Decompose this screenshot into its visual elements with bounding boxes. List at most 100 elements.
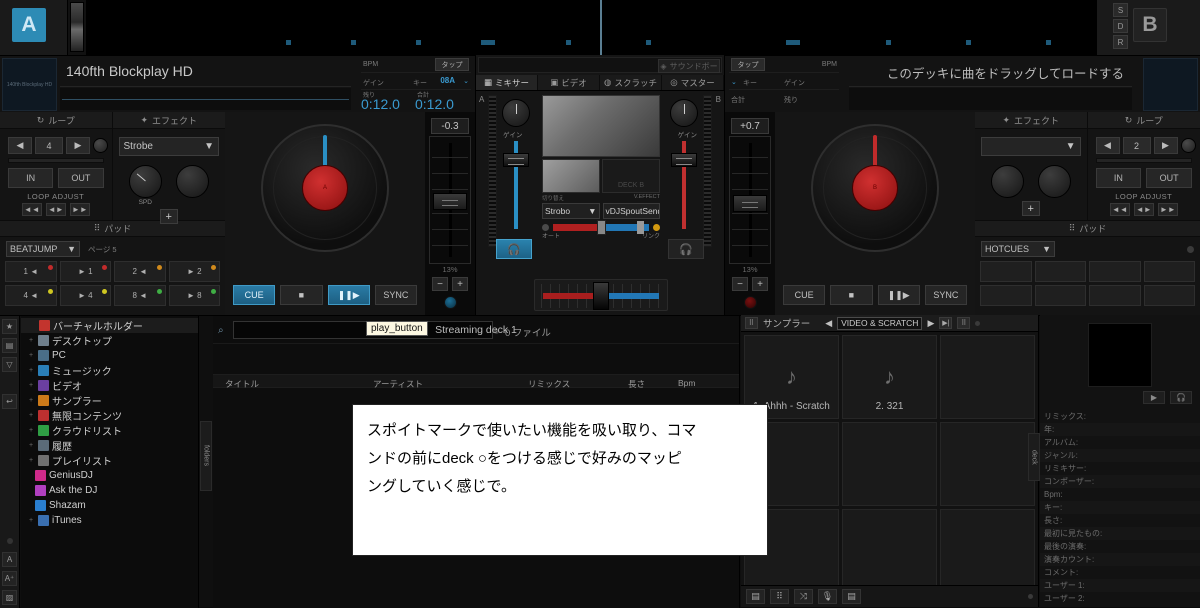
chevron-down-icon[interactable]: ⌄	[463, 77, 469, 85]
column-bpm[interactable]: Bpm	[678, 378, 695, 388]
effect-add-button[interactable]: +	[1022, 201, 1040, 216]
preview-play-button[interactable]: ▶	[1143, 391, 1165, 404]
loop-adjust-shrink-button[interactable]: ◄◄	[22, 203, 42, 216]
cue-button[interactable]: CUE	[233, 285, 275, 305]
chevron-down-icon-b[interactable]: ⌄	[731, 78, 737, 86]
pitch-down-button[interactable]: −	[432, 277, 448, 291]
loop-adjust-move-button[interactable]: ◄►	[46, 203, 66, 216]
deck-b-effect-select[interactable]: ▼	[981, 137, 1081, 156]
sampler-cell[interactable]	[940, 422, 1035, 506]
folders-icon[interactable]: ▤	[2, 338, 17, 353]
pad-mode-select[interactable]: BEATJUMP ▼	[6, 241, 80, 257]
video-master-preview[interactable]	[542, 95, 660, 157]
loop-in-button[interactable]: IN	[1096, 168, 1142, 188]
channel-a-volume-fader[interactable]	[503, 141, 529, 229]
deck-b-mini-waveform[interactable]	[849, 88, 1132, 110]
video-crossfader[interactable]	[553, 224, 649, 231]
sampler-cell[interactable]	[842, 422, 937, 506]
deck-a-jogwheel[interactable]: A	[261, 124, 389, 252]
deck-a-key-value[interactable]: 08A	[440, 76, 455, 85]
loop-size-value[interactable]: 4	[35, 137, 63, 154]
channel-a-headphone-button[interactable]: 🎧	[496, 239, 532, 259]
tree-item[interactable]: + ミュージック	[21, 363, 198, 378]
grid-icon[interactable]: ⠿	[770, 589, 789, 604]
sampler-view-icon[interactable]: ⠿	[957, 317, 970, 329]
deck-a-mini-waveform[interactable]	[60, 88, 351, 110]
tree-item[interactable]: + デスクトップ	[21, 333, 198, 348]
tree-item[interactable]: + プレイリスト	[21, 453, 198, 468]
rec-icon[interactable]: ▤	[746, 589, 765, 604]
tab-scratch[interactable]: ◍ スクラッチ	[600, 75, 662, 90]
mic-icon[interactable]: 🎙	[818, 589, 837, 604]
deck-b-pitch-fader[interactable]	[729, 136, 771, 264]
tab-master[interactable]: ◎ マスター	[662, 75, 724, 90]
favorites-icon[interactable]: ★	[2, 319, 17, 334]
effect-param2-knob[interactable]	[1038, 165, 1071, 198]
pad-button[interactable]	[1089, 285, 1141, 306]
column-title[interactable]: タイトル	[225, 378, 259, 390]
tree-item[interactable]: + クラウドリスト	[21, 423, 198, 438]
folders-side-tab[interactable]: folders	[200, 421, 212, 491]
cue-button[interactable]: CUE	[783, 285, 825, 305]
pad-button[interactable]: 1 ◄	[5, 261, 57, 282]
sampler-grid-icon[interactable]: ⠿	[745, 317, 758, 329]
pad-button[interactable]: ► 1	[60, 261, 112, 282]
pad-button[interactable]: ► 4	[60, 285, 112, 306]
tree-item[interactable]: + 履歴	[21, 438, 198, 453]
sync-button[interactable]: SYNC	[375, 285, 417, 305]
pad-button[interactable]	[980, 285, 1032, 306]
link-indicator[interactable]	[653, 224, 660, 231]
loop-prev-button[interactable]: ◀	[1096, 137, 1120, 154]
tree-item[interactable]: Ask the DJ	[21, 483, 198, 498]
loop-adjust-grow-button[interactable]: ►►	[1158, 203, 1178, 216]
tree-item[interactable]: GeniusDJ	[21, 468, 198, 483]
effect-speed-knob[interactable]	[129, 165, 162, 198]
preview-headphone-button[interactable]: 🎧	[1170, 391, 1192, 404]
transition-select[interactable]: Strobo ▼	[542, 203, 600, 219]
pad-button[interactable]: 8 ◄	[114, 285, 166, 306]
deck-a-badge[interactable]: A	[12, 8, 46, 42]
channel-a-gain-knob[interactable]	[502, 99, 530, 127]
tab-video[interactable]: ▣ ビデオ	[538, 75, 600, 90]
tree-item[interactable]: + 無限コンテンツ	[21, 408, 198, 423]
stop-button[interactable]: ■	[830, 285, 872, 305]
pad-button[interactable]: ► 8	[169, 285, 221, 306]
play-button[interactable]: ❚❚▶	[878, 285, 920, 305]
main-waveform[interactable]	[86, 0, 1114, 55]
shuffle-icon[interactable]: ⤨	[794, 589, 813, 604]
display-toggle-button[interactable]: D	[1113, 19, 1128, 33]
deck-side-tab[interactable]: deck	[1028, 433, 1040, 481]
tree-item[interactable]: + PC	[21, 348, 198, 363]
loop-out-button[interactable]: OUT	[1146, 168, 1192, 188]
loop-in-button[interactable]: IN	[8, 168, 53, 188]
pitch-up-button[interactable]: +	[752, 277, 768, 291]
tree-item[interactable]: + ビデオ	[21, 378, 198, 393]
deck-a-pitch-fader[interactable]	[429, 136, 471, 264]
tree-item[interactable]: Shazam	[21, 498, 198, 513]
effect-add-button[interactable]: +	[160, 209, 178, 224]
tree-item[interactable]: + iTunes	[21, 513, 198, 528]
channel-b-volume-fader[interactable]	[671, 141, 697, 229]
video-deck-a-preview[interactable]	[542, 159, 600, 193]
video-deck-b-preview[interactable]: DECK B	[602, 159, 660, 193]
channel-b-headphone-button[interactable]: 🎧	[668, 239, 704, 259]
waveform-scroll-handle[interactable]	[70, 2, 84, 52]
pitch-down-button[interactable]: −	[732, 277, 748, 291]
deck-a-effect-select[interactable]: Strobe ▼	[119, 137, 220, 156]
undo-icon[interactable]: ↩	[2, 394, 17, 409]
image-icon[interactable]: ▨	[2, 590, 17, 605]
loop-adjust-grow-button[interactable]: ►►	[70, 203, 90, 216]
pad-button[interactable]	[1089, 261, 1141, 282]
loop-adjust-move-button[interactable]: ◄►	[1134, 203, 1154, 216]
bank-next-button[interactable]: ▶	[927, 318, 934, 329]
crossfader[interactable]	[534, 279, 668, 311]
font-size-icon[interactable]: A	[2, 552, 17, 567]
deck-a-cue-indicator[interactable]	[444, 296, 457, 309]
pad-button[interactable]: 4 ◄	[5, 285, 57, 306]
sampler-cell[interactable]: ♪2. 321	[842, 335, 937, 419]
deck-b-jogwheel[interactable]: B	[811, 124, 939, 252]
bank-skip-button[interactable]: ▶|	[939, 317, 952, 329]
effect-param1-knob[interactable]	[991, 165, 1024, 198]
play-button[interactable]: ❚❚▶	[328, 285, 370, 305]
pad-button[interactable]: 2 ◄	[114, 261, 166, 282]
